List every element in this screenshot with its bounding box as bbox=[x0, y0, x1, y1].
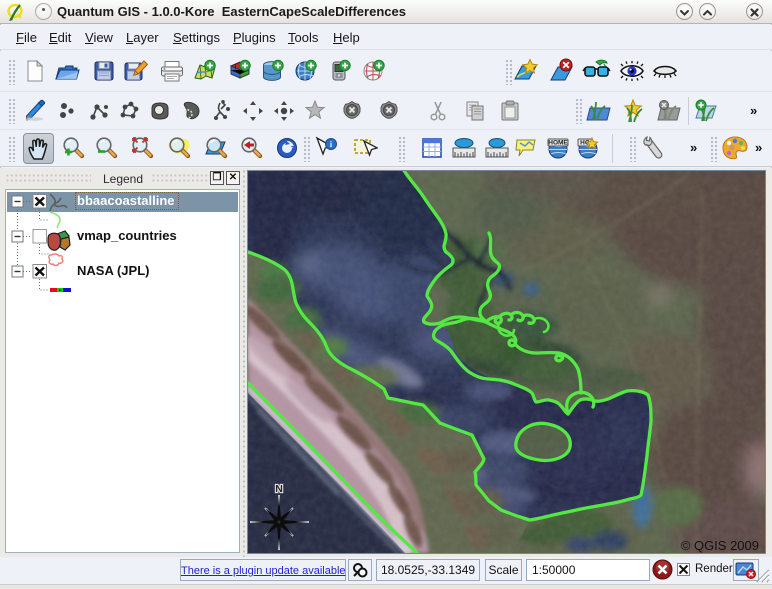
svg-text:© QGIS 2009: © QGIS 2009 bbox=[681, 538, 759, 553]
svg-text:HOME: HOME bbox=[548, 140, 568, 147]
svg-text:N: N bbox=[275, 483, 283, 495]
